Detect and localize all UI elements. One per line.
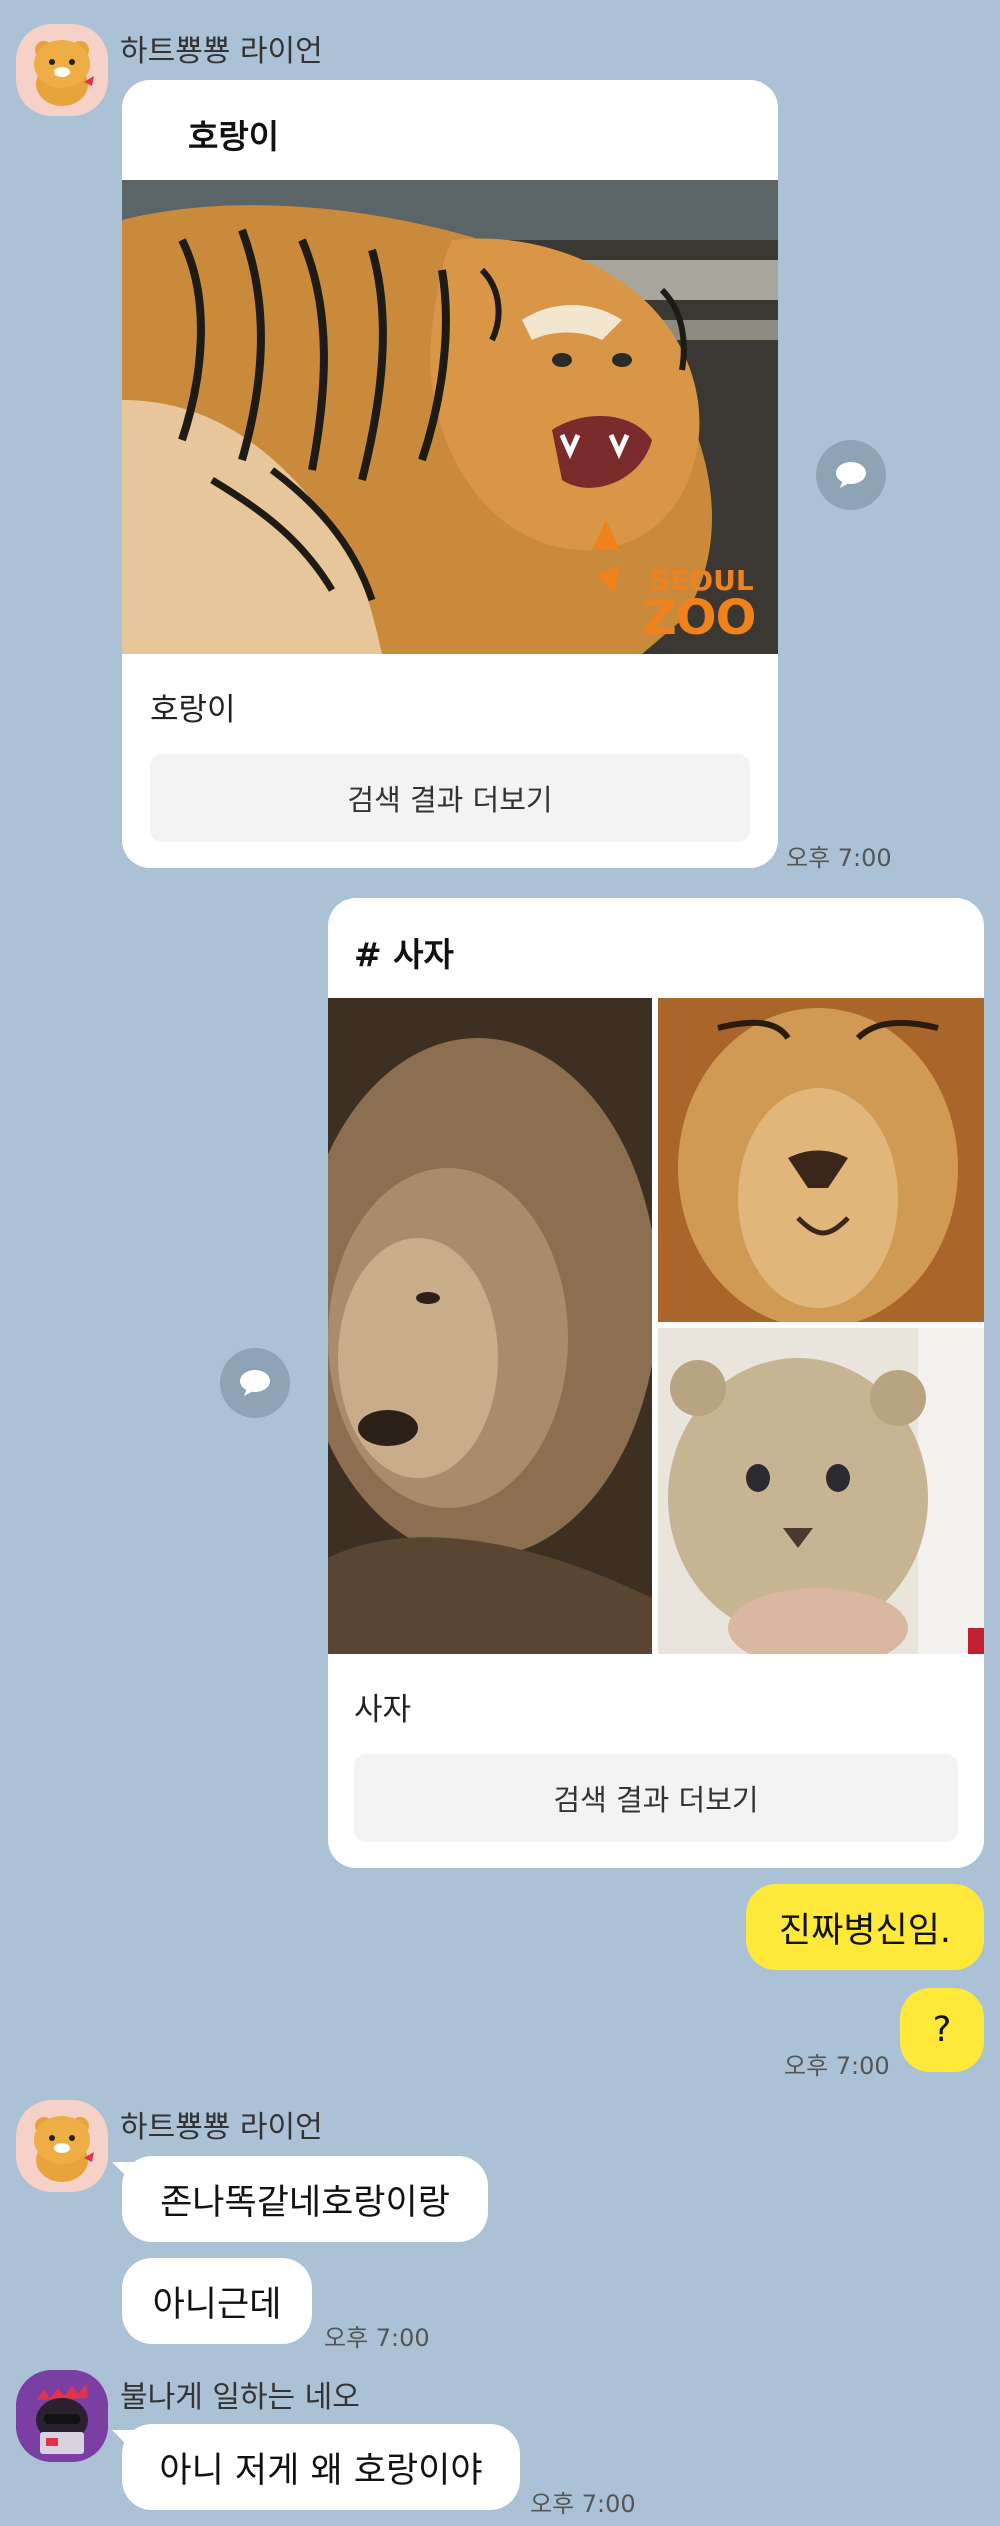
lion-closeup-icon bbox=[658, 998, 984, 1322]
avatar-neo[interactable] bbox=[16, 2370, 108, 2462]
card-title: # 사자 bbox=[354, 935, 454, 974]
neo-face-icon bbox=[16, 2370, 108, 2462]
avatar-ryan[interactable] bbox=[16, 2100, 108, 2192]
message-bubble[interactable]: 아니 저게 왜 호랑이야 bbox=[122, 2424, 520, 2510]
ryan-face-icon bbox=[34, 2116, 94, 2182]
logo-zoo-text: ZOO bbox=[642, 590, 756, 646]
tiger-image[interactable]: SEOUL ZOO bbox=[122, 180, 778, 654]
more-results-button[interactable]: 검색 결과 더보기 bbox=[150, 754, 750, 842]
card-caption: 사자 bbox=[354, 1692, 412, 1728]
message-time: 오후 7:00 bbox=[324, 2324, 430, 2352]
speech-bubble-icon bbox=[836, 462, 866, 488]
tiger-search-card[interactable]: 호랑이 SEOUL ZOO 호랑이 검색 결과 더보기 bbox=[122, 80, 778, 868]
reply-button[interactable] bbox=[220, 1348, 290, 1418]
lion-cub-icon bbox=[658, 1328, 984, 1654]
avatar-ryan[interactable] bbox=[16, 24, 108, 116]
lion-photo-icon bbox=[328, 998, 652, 1654]
lion-image-cub[interactable] bbox=[658, 1328, 984, 1654]
message-time: 오후 7:00 bbox=[530, 2490, 636, 2518]
speech-bubble-icon bbox=[240, 1370, 270, 1396]
message-time: 오후 7:00 bbox=[784, 2052, 890, 2080]
sender-name: 하트뿅뿅 라이언 bbox=[120, 34, 323, 69]
ryan-face-icon bbox=[34, 40, 94, 106]
message-bubble[interactable]: 존나똑같네호랑이랑 bbox=[122, 2156, 488, 2242]
lion-image-main[interactable] bbox=[328, 998, 652, 1654]
reply-button[interactable] bbox=[816, 440, 886, 510]
my-message-bubble[interactable]: 진짜병신임. bbox=[746, 1884, 984, 1970]
card-title: 호랑이 bbox=[188, 117, 280, 156]
message-time: 오후 7:00 bbox=[786, 844, 892, 872]
sender-name: 하트뿅뿅 라이언 bbox=[120, 2110, 323, 2145]
my-message-bubble[interactable]: ? bbox=[900, 1988, 984, 2072]
card-caption: 호랑이 bbox=[150, 692, 236, 728]
sender-name: 불나게 일하는 네오 bbox=[120, 2380, 360, 2415]
more-results-button[interactable]: 검색 결과 더보기 bbox=[354, 1754, 958, 1842]
message-bubble[interactable]: 아니근데 bbox=[122, 2258, 312, 2344]
lion-image-face[interactable] bbox=[658, 998, 984, 1322]
lion-search-card[interactable]: # 사자 사자 검색 결과 더보기 bbox=[328, 898, 984, 1868]
